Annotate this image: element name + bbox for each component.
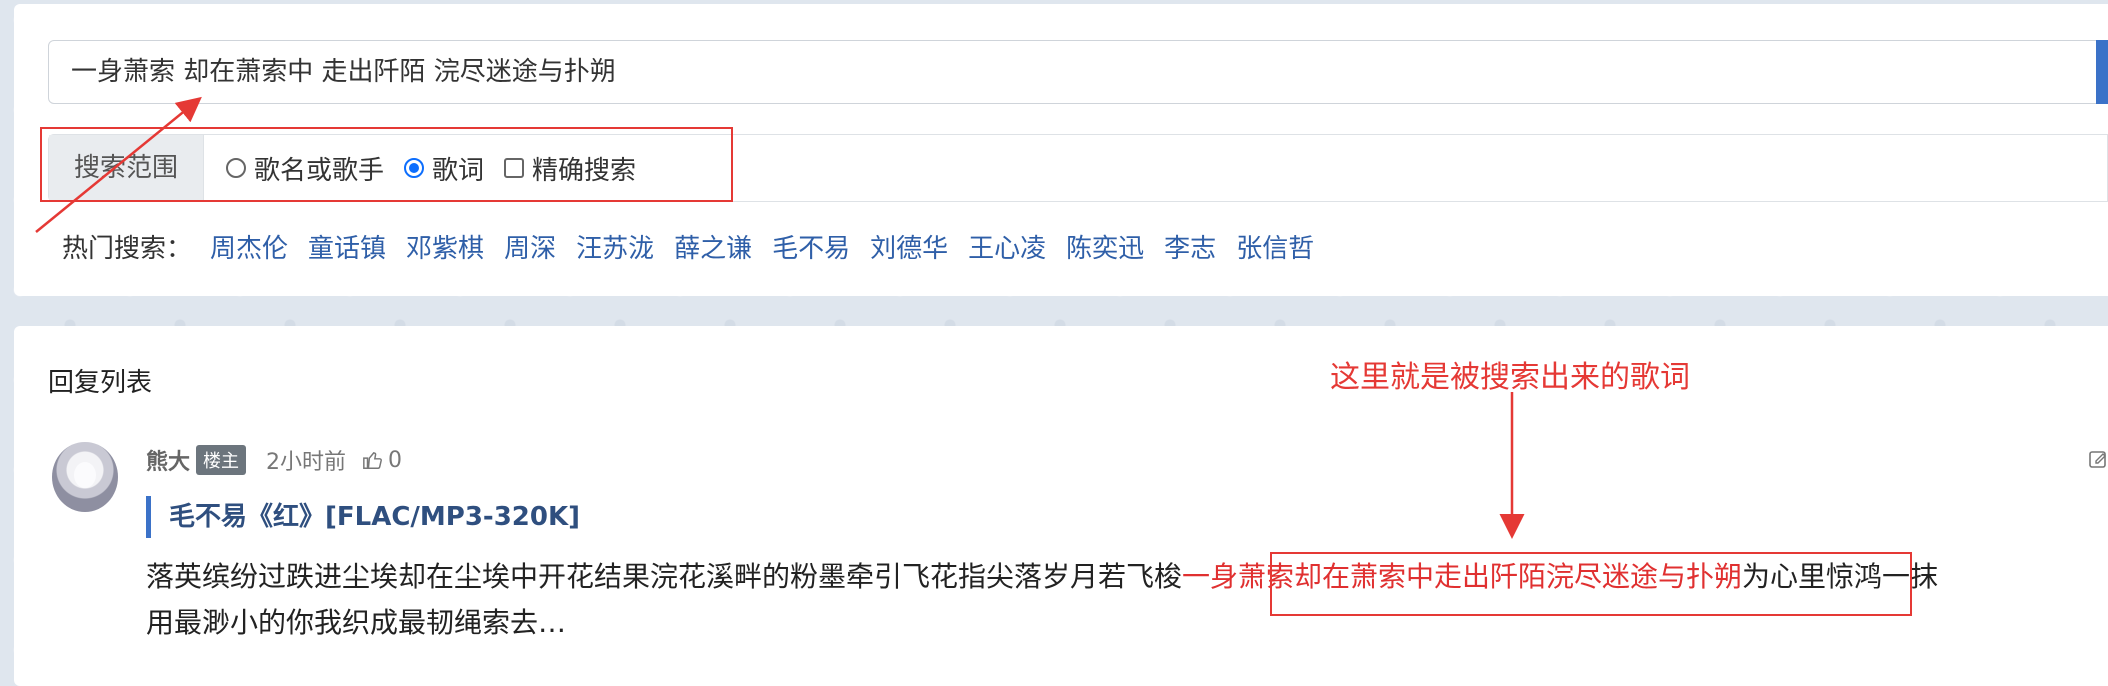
search-input[interactable]: 一身萧索 却在萧索中 走出阡陌 浣尽迷途与扑朔 — [48, 40, 2108, 104]
annotation-box-lyrics — [1270, 552, 1912, 616]
hot-search-item[interactable]: 周深 — [504, 228, 556, 265]
hot-search-item[interactable]: 陈奕迅 — [1066, 228, 1144, 265]
hot-search-item[interactable]: 张信哲 — [1236, 228, 1314, 265]
edit-icon[interactable] — [2088, 448, 2108, 470]
post-time: 2小时前 — [266, 450, 347, 475]
hot-search-label: 热门搜索： — [62, 233, 193, 264]
post-meta: 熊大 楼主 2小时前 0 — [146, 442, 402, 478]
annotation-text: 这里就是被搜索出来的歌词 — [1330, 360, 1690, 395]
hot-search-item[interactable]: 周杰伦 — [210, 228, 288, 265]
owner-badge: 楼主 — [196, 445, 247, 475]
hot-search-item[interactable]: 王心凌 — [968, 228, 1046, 265]
reply-list-title: 回复列表 — [48, 368, 153, 398]
hot-search-item[interactable]: 童话镇 — [308, 228, 386, 265]
search-button[interactable] — [2096, 40, 2108, 104]
thread-title-link[interactable]: 毛不易《红》[FLAC/MP3-320K] — [146, 496, 580, 538]
thumbs-up-icon[interactable] — [362, 449, 384, 471]
avatar-face — [74, 462, 96, 488]
hot-search-item[interactable]: 薛之谦 — [674, 228, 752, 265]
hot-search-item[interactable]: 毛不易 — [772, 228, 850, 265]
avatar[interactable] — [52, 442, 118, 512]
hot-search-item[interactable]: 邓紫棋 — [406, 228, 484, 265]
author-name[interactable]: 熊大 — [146, 444, 190, 476]
lyrics-before: 落英缤纷过跌进尘埃却在尘埃中开花结果浣花溪畔的粉墨牵引飞花指尖落岁月若飞梭 — [146, 560, 1183, 593]
annotation-box-scope — [40, 127, 733, 202]
hot-search-item[interactable]: 李志 — [1164, 228, 1216, 265]
hot-search-item[interactable]: 刘德华 — [870, 228, 948, 265]
hot-search-row: 热门搜索： 周杰伦 童话镇 邓紫棋 周深 汪苏泷 薛之谦 毛不易 刘德华 王心凌… — [62, 226, 1334, 266]
hot-search-item[interactable]: 汪苏泷 — [576, 228, 654, 265]
like-count: 0 — [388, 447, 403, 473]
lyrics-line2: 用最渺小的你我织成最韧绳索去… — [146, 606, 567, 639]
